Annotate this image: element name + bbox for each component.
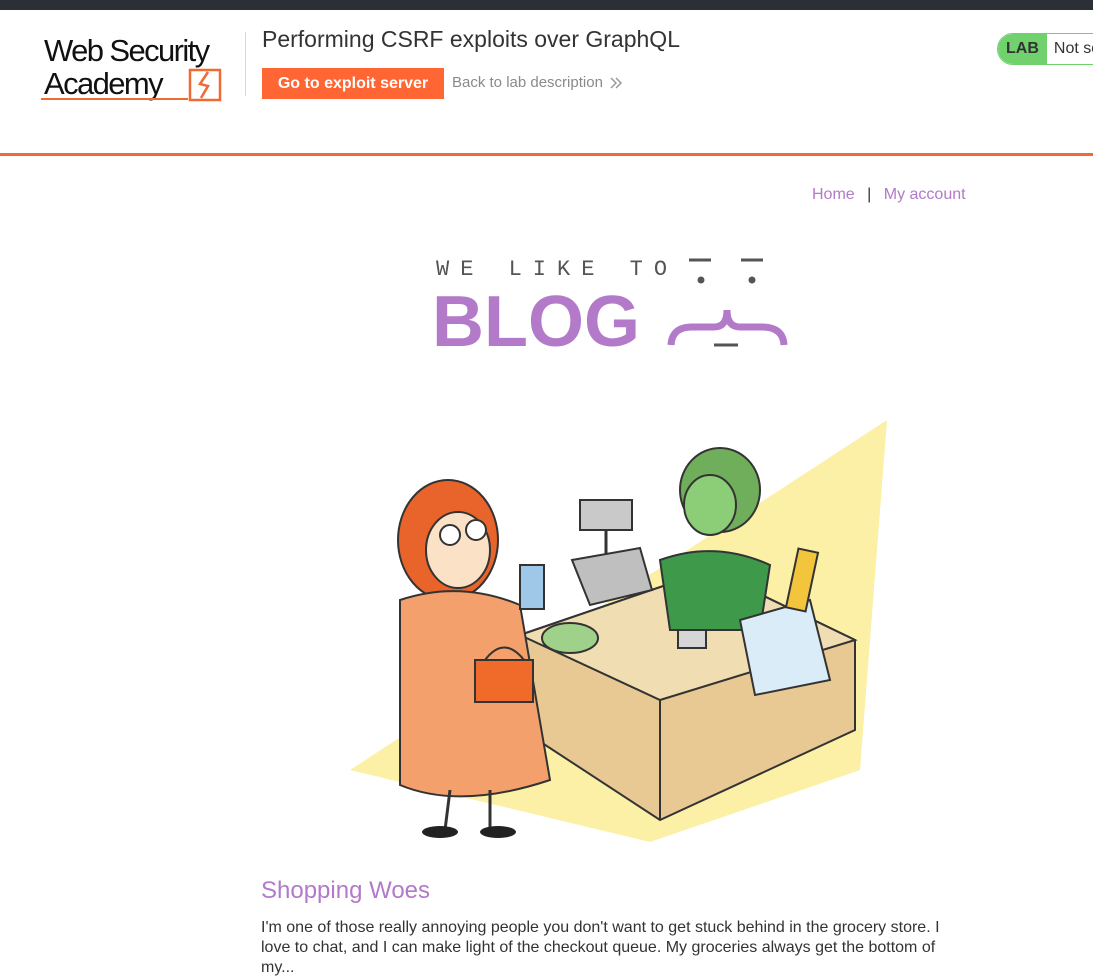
go-to-exploit-server-button[interactable]: Go to exploit server xyxy=(262,68,444,99)
post-summary: I'm one of those really annoying people … xyxy=(261,919,940,976)
lab-badge: LAB xyxy=(998,34,1047,64)
svg-text:Academy: Academy xyxy=(44,66,164,101)
we-like-to-blog-banner: WE LIKE TO BLOG xyxy=(432,257,788,355)
back-to-lab-description-link[interactable]: Back to lab description xyxy=(452,74,623,91)
lab-header: Web Security Academy Performing CSRF exp… xyxy=(0,10,1093,156)
post-title-link[interactable]: Shopping Woes xyxy=(261,877,430,905)
curly-brace-face-icon xyxy=(667,258,788,347)
back-link-label: Back to lab description xyxy=(452,74,603,91)
double-chevron-right-icon xyxy=(610,76,622,89)
svg-text:WE LIKE TO: WE LIKE TO xyxy=(436,257,678,282)
svg-text:Web Security: Web Security xyxy=(44,33,211,68)
nav-my-account-link[interactable]: My account xyxy=(884,186,966,203)
web-security-academy-logo[interactable]: Web Security Academy xyxy=(40,32,245,104)
lab-title: Performing CSRF exploits over GraphQL xyxy=(262,26,680,52)
lab-status-widget: LAB Not solved xyxy=(997,33,1093,65)
top-nav: Home | My account xyxy=(812,186,966,204)
nav-separator: | xyxy=(867,186,872,203)
shopping-woes-illustration[interactable] xyxy=(340,390,900,850)
svg-text:BLOG: BLOG xyxy=(432,282,640,355)
nav-home-link[interactable]: Home xyxy=(812,186,855,203)
browser-top-strip xyxy=(0,0,1093,10)
logo-divider xyxy=(245,32,246,96)
lab-status-text: Not solved xyxy=(1053,40,1093,57)
